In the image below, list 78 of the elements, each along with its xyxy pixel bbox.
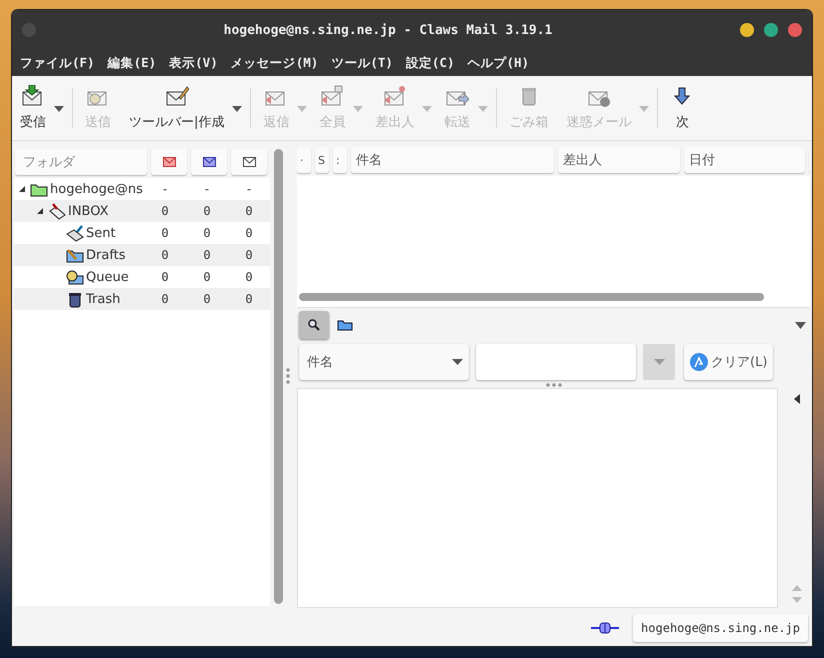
count-cell-text: - (202, 182, 212, 196)
trash-icon (66, 290, 84, 308)
toolbar-button[interactable]: 受信 (14, 81, 52, 135)
scrollbar[interactable] (299, 293, 764, 301)
count-cell-text: 0 (160, 248, 170, 262)
expander-icon[interactable] (36, 207, 44, 215)
count-cell-text: 0 (160, 226, 170, 240)
caret-icon (654, 359, 664, 365)
envelope-pen-icon (164, 85, 189, 107)
count-cell-text: 0 (160, 292, 170, 306)
search-type-dropdown[interactable]: 件名 (299, 344, 469, 380)
search-toggle-button[interactable] (299, 311, 329, 339)
minimize-button[interactable] (740, 23, 754, 37)
envelope-arrow-icon (320, 85, 344, 107)
window-title: hogehoge@ns.sing.ne.jp - Claws Mail 3.19.1 (222, 22, 554, 38)
count-cell-text: 0 (244, 248, 254, 262)
clear-button[interactable]: クリア(L) (684, 344, 774, 380)
column-header[interactable]: S (315, 147, 329, 173)
dropdown-arrow-icon[interactable] (54, 106, 64, 112)
dropdown-arrow-icon[interactable] (232, 106, 242, 112)
inbox-icon (48, 202, 66, 220)
folder-name[interactable]: Trash (86, 292, 120, 306)
folder-pen-icon (66, 246, 84, 264)
count-cell-text: 0 (244, 204, 254, 218)
folder-name[interactable]: INBOX (68, 204, 109, 218)
collapse-arrow-icon[interactable] (793, 394, 801, 404)
count-cell-text: 0 (244, 226, 254, 240)
folder-clock-icon (66, 268, 84, 286)
dropdown-arrow-icon[interactable] (795, 322, 806, 328)
column-header[interactable] (231, 149, 267, 175)
column-header[interactable] (191, 149, 227, 175)
count-cell-text: 0 (202, 292, 212, 306)
count-cell-text: 0 (244, 270, 254, 284)
toolbar-button[interactable]: ツールバー|作成 (123, 81, 230, 135)
connection-icon[interactable] (591, 622, 620, 634)
total-column-icon (242, 157, 256, 167)
maximize-button[interactable] (764, 23, 778, 37)
caret-icon (452, 359, 463, 365)
search-icon (308, 319, 320, 331)
column-header[interactable]: 日付 (684, 147, 805, 173)
count-cell-text: 0 (202, 248, 212, 262)
column-header[interactable]: · (297, 147, 311, 173)
folder-name[interactable]: Sent (86, 226, 116, 240)
menu-item[interactable]: ファイル(F) (15, 52, 100, 74)
count-cell-text: 0 (202, 204, 212, 218)
folder-name[interactable]: Queue (86, 270, 129, 284)
column-header[interactable] (151, 149, 187, 175)
menu-item[interactable]: 表示(V) (164, 52, 223, 74)
count-cell-text: 0 (202, 226, 212, 240)
menu-item[interactable]: 編集(E) (102, 52, 162, 74)
folder-name[interactable]: hogehoge@ns (50, 182, 143, 196)
count-cell-text: 0 (202, 270, 212, 284)
count-cell-text: 0 (160, 204, 170, 218)
envelope-arrow-icon (382, 85, 407, 107)
menu-item[interactable]: 設定(C) (400, 52, 460, 74)
count-cell-text: 0 (244, 292, 254, 306)
toolbar-button[interactable]: 次 (664, 81, 700, 135)
folder-name[interactable]: Drafts (86, 248, 126, 262)
column-header[interactable]: 件名 (351, 147, 554, 173)
count-cell-text: 0 (160, 270, 170, 284)
unread-column-icon (202, 157, 216, 167)
menu-item[interactable]: ヘルプ(H) (462, 52, 534, 74)
scrollbar[interactable] (274, 149, 283, 604)
new-mail-column-icon (162, 157, 176, 167)
menu-item[interactable]: ツール(T) (326, 52, 398, 74)
pane-handle[interactable] (285, 366, 291, 384)
account-label[interactable]: hogehoge@ns.sing.ne.jp (633, 614, 808, 642)
count-cell-text: - (160, 182, 170, 196)
column-header[interactable]: 差出人 (558, 147, 680, 173)
search-field[interactable] (476, 344, 636, 380)
menu-item[interactable]: メッセージ(M) (226, 52, 324, 74)
pane-handle[interactable] (544, 382, 562, 388)
outbox-icon (66, 224, 84, 242)
expander-icon[interactable] (18, 185, 26, 193)
column-header[interactable]: : (333, 147, 347, 173)
close-button[interactable] (788, 23, 802, 37)
folder-icon[interactable] (337, 319, 353, 331)
count-cell-text: - (244, 182, 254, 196)
